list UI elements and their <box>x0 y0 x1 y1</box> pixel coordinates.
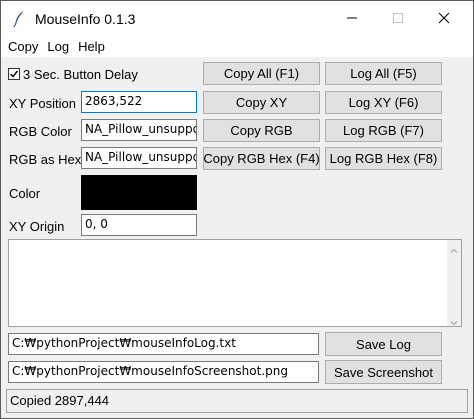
save-screenshot-button[interactable]: Save Screenshot <box>325 360 442 384</box>
save-log-button[interactable]: Save Log <box>325 332 442 356</box>
minimize-icon <box>346 12 358 27</box>
copy-xy-button[interactable]: Copy XY <box>203 91 320 114</box>
color-swatch <box>81 175 197 210</box>
rgb-color-label: RGB Color <box>9 124 72 139</box>
title-bar[interactable]: MouseInfo 0.1.3 <box>1 1 473 37</box>
log-xy-button[interactable]: Log XY (F6) <box>325 91 442 114</box>
menu-log[interactable]: Log <box>38 37 69 57</box>
xy-position-label: XY Position <box>9 96 76 111</box>
menu-bar: Copy Log Help <box>1 37 473 57</box>
window-title: MouseInfo 0.1.3 <box>35 11 136 27</box>
rgb-hex-field[interactable]: NA_Pillow_unsuppo <box>81 147 197 169</box>
log-file-path-field[interactable]: C:₩pythonProject₩mouseInfoLog.txt <box>8 333 319 355</box>
log-textarea[interactable] <box>8 239 462 327</box>
feather-icon <box>11 10 29 28</box>
rgb-hex-label: RGB as Hex <box>9 152 82 167</box>
copy-rgb-button[interactable]: Copy RGB <box>203 119 320 142</box>
copy-all-button[interactable]: Copy All (F1) <box>203 62 320 85</box>
log-scrollbar[interactable] <box>447 240 461 326</box>
status-bar: Copied 2897,444 <box>6 389 468 413</box>
xy-origin-field[interactable]: 0, 0 <box>81 214 197 236</box>
maximize-button[interactable] <box>375 1 421 37</box>
menu-copy[interactable]: Copy <box>1 37 38 57</box>
delay-checkbox[interactable] <box>8 68 20 80</box>
rgb-color-field[interactable]: NA_Pillow_unsuppo <box>81 119 197 141</box>
log-all-button[interactable]: Log All (F5) <box>325 62 442 85</box>
mouseinfo-window: MouseInfo 0.1.3 Copy Log Help 3 Sec. But… <box>0 0 474 419</box>
close-icon <box>438 12 450 27</box>
delay-label[interactable]: 3 Sec. Button Delay <box>23 67 138 82</box>
scroll-up-icon[interactable] <box>450 243 458 253</box>
maximize-icon <box>392 12 404 27</box>
log-rgb-button[interactable]: Log RGB (F7) <box>325 119 442 142</box>
color-label: Color <box>9 186 41 201</box>
screenshot-file-path-field[interactable]: C:₩pythonProject₩mouseInfoScreenshot.png <box>8 361 319 383</box>
xy-origin-label: XY Origin <box>9 219 65 234</box>
scroll-down-icon[interactable] <box>450 315 458 326</box>
checkmark-icon <box>9 67 19 82</box>
log-rgb-hex-button[interactable]: Log RGB Hex (F8) <box>325 147 442 170</box>
copy-rgb-hex-button[interactable]: Copy RGB Hex (F4) <box>203 147 320 170</box>
menu-help[interactable]: Help <box>69 37 105 57</box>
xy-position-field[interactable]: 2863,522 <box>81 91 197 113</box>
minimize-button[interactable] <box>329 1 375 37</box>
close-button[interactable] <box>421 1 467 37</box>
